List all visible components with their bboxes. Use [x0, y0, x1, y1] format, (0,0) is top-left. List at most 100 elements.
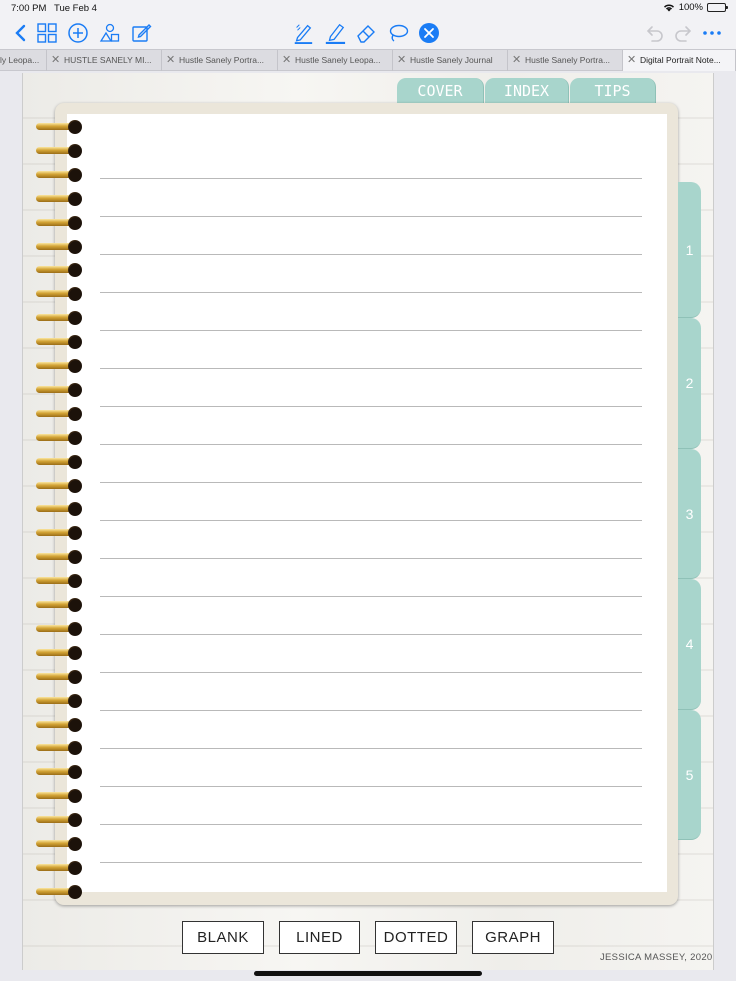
ruled-line [100, 824, 642, 825]
ruled-line [100, 444, 642, 445]
doc-tab[interactable]: ✕ Hustle Sanely Journal [393, 50, 508, 71]
section-tab-label: 5 [685, 766, 694, 783]
tab-cover[interactable]: COVER [397, 78, 484, 105]
close-icon[interactable]: ✕ [166, 50, 175, 71]
ruled-line [100, 520, 642, 521]
doc-tab[interactable]: ly Leopa... [0, 50, 47, 71]
doc-tab-label: Digital Portrait Note... [640, 55, 721, 65]
spiral-ring [36, 765, 82, 780]
spiral-ring [36, 693, 82, 708]
eraser-icon[interactable] [355, 22, 377, 44]
ruled-line [100, 368, 642, 369]
plus-circle-icon[interactable] [67, 22, 89, 44]
spiral-ring [36, 550, 82, 565]
section-tab-label: 4 [685, 636, 694, 652]
ruled-line [100, 406, 642, 407]
doc-tab-label: Hustle Sanely Portra... [179, 55, 265, 65]
dotted-page-button[interactable]: DOTTED [375, 921, 457, 954]
spiral-ring [36, 335, 82, 350]
ruled-line [100, 786, 642, 787]
spiral-ring [36, 382, 82, 397]
status-right: 100% [663, 2, 728, 13]
spiral-ring [36, 526, 82, 541]
close-icon[interactable]: ✕ [51, 50, 60, 71]
more-icon[interactable] [701, 22, 723, 44]
ruled-line [100, 596, 642, 597]
ruled-line [100, 634, 642, 635]
blank-page-button[interactable]: BLANK [182, 921, 264, 954]
doc-tab[interactable]: ✕ Hustle Sanely Portra... [162, 50, 278, 71]
section-tab-4[interactable]: 4 [678, 579, 701, 710]
doc-tab-label: HUSTLE SANELY MI... [64, 55, 152, 65]
spiral-ring [36, 789, 82, 804]
spiral-ring [36, 860, 82, 875]
doc-tab-active[interactable]: ✕ Digital Portrait Note... [623, 50, 736, 71]
spiral-ring [36, 813, 82, 828]
ruled-line [100, 672, 642, 673]
ruled-line [100, 330, 642, 331]
shapes-icon[interactable] [99, 22, 121, 44]
ruled-line [100, 558, 642, 559]
close-icon[interactable]: ✕ [512, 50, 521, 71]
home-indicator [254, 971, 482, 976]
chevron-left-icon[interactable] [10, 22, 32, 44]
spiral-ring [36, 167, 82, 182]
status-date: Tue Feb 4 [54, 3, 97, 14]
section-tab-2[interactable]: 2 [678, 318, 701, 449]
spiral-ring [36, 143, 82, 158]
lined-sheet[interactable] [67, 114, 667, 892]
close-icon[interactable]: ✕ [397, 50, 406, 71]
doc-tab-label: Hustle Sanely Portra... [525, 55, 611, 65]
spiral-ring [36, 263, 82, 278]
tab-tips[interactable]: TIPS [570, 78, 656, 105]
status-time: 7:00 PM [11, 3, 47, 14]
doc-tab-label: ly Leopa... [0, 55, 40, 65]
status-bar: 7:00 PM Tue Feb 4 100% [0, 0, 736, 17]
document-tab-bar: ly Leopa... ✕ HUSTLE SANELY MI... ✕ Hustle… [0, 49, 736, 71]
spiral-ring [36, 215, 82, 230]
spiral-ring [36, 359, 82, 373]
pen-icon[interactable] [291, 22, 315, 44]
ruled-line [100, 862, 642, 863]
ruled-line [100, 216, 642, 217]
lasso-icon[interactable] [387, 22, 409, 44]
spiral-ring [36, 645, 82, 660]
spiral-ring [36, 669, 82, 684]
doc-tab[interactable]: ✕ Hustle Sanely Portra... [508, 50, 623, 71]
ruled-line [100, 710, 642, 711]
compose-icon[interactable] [130, 22, 152, 44]
doc-tab[interactable]: ✕ Hustle Sanely Leopa... [278, 50, 393, 71]
ruled-line [100, 292, 642, 293]
section-tab-label: 1 [685, 241, 694, 258]
credit-text: JESSICA MASSEY, 2020 [600, 952, 713, 963]
spiral-ring [36, 120, 82, 134]
close-icon[interactable]: ✕ [282, 50, 291, 71]
section-tab-3[interactable]: 3 [678, 449, 701, 579]
spiral-ring [36, 239, 82, 254]
close-circle-icon[interactable] [418, 22, 440, 44]
spiral-ring [36, 287, 82, 302]
doc-tab-label: Hustle Sanely Leopa... [295, 55, 381, 65]
undo-icon[interactable] [643, 22, 665, 44]
redo-icon[interactable] [673, 22, 695, 44]
spiral-ring [36, 191, 82, 206]
spiral-ring [36, 502, 82, 517]
lined-page-button[interactable]: LINED [279, 921, 360, 954]
ruled-line [100, 254, 642, 255]
close-icon[interactable]: ✕ [627, 50, 636, 71]
section-tab-1[interactable]: 1 [678, 182, 701, 318]
doc-tab-label: Hustle Sanely Journal [410, 55, 493, 65]
spiral-ring [36, 454, 82, 469]
doc-tab[interactable]: ✕ HUSTLE SANELY MI... [47, 50, 162, 71]
spiral-ring [36, 406, 82, 421]
toolbar [0, 17, 736, 49]
highlighter-icon[interactable] [323, 22, 347, 44]
graph-page-button[interactable]: GRAPH [472, 921, 554, 954]
battery-icon [707, 3, 728, 12]
ruled-line [100, 748, 642, 749]
spiral-ring [36, 430, 82, 445]
tab-index[interactable]: INDEX [485, 78, 569, 105]
section-tab-5[interactable]: 5 [678, 710, 701, 840]
grid-icon[interactable] [36, 22, 58, 44]
spiral-ring [36, 621, 82, 636]
